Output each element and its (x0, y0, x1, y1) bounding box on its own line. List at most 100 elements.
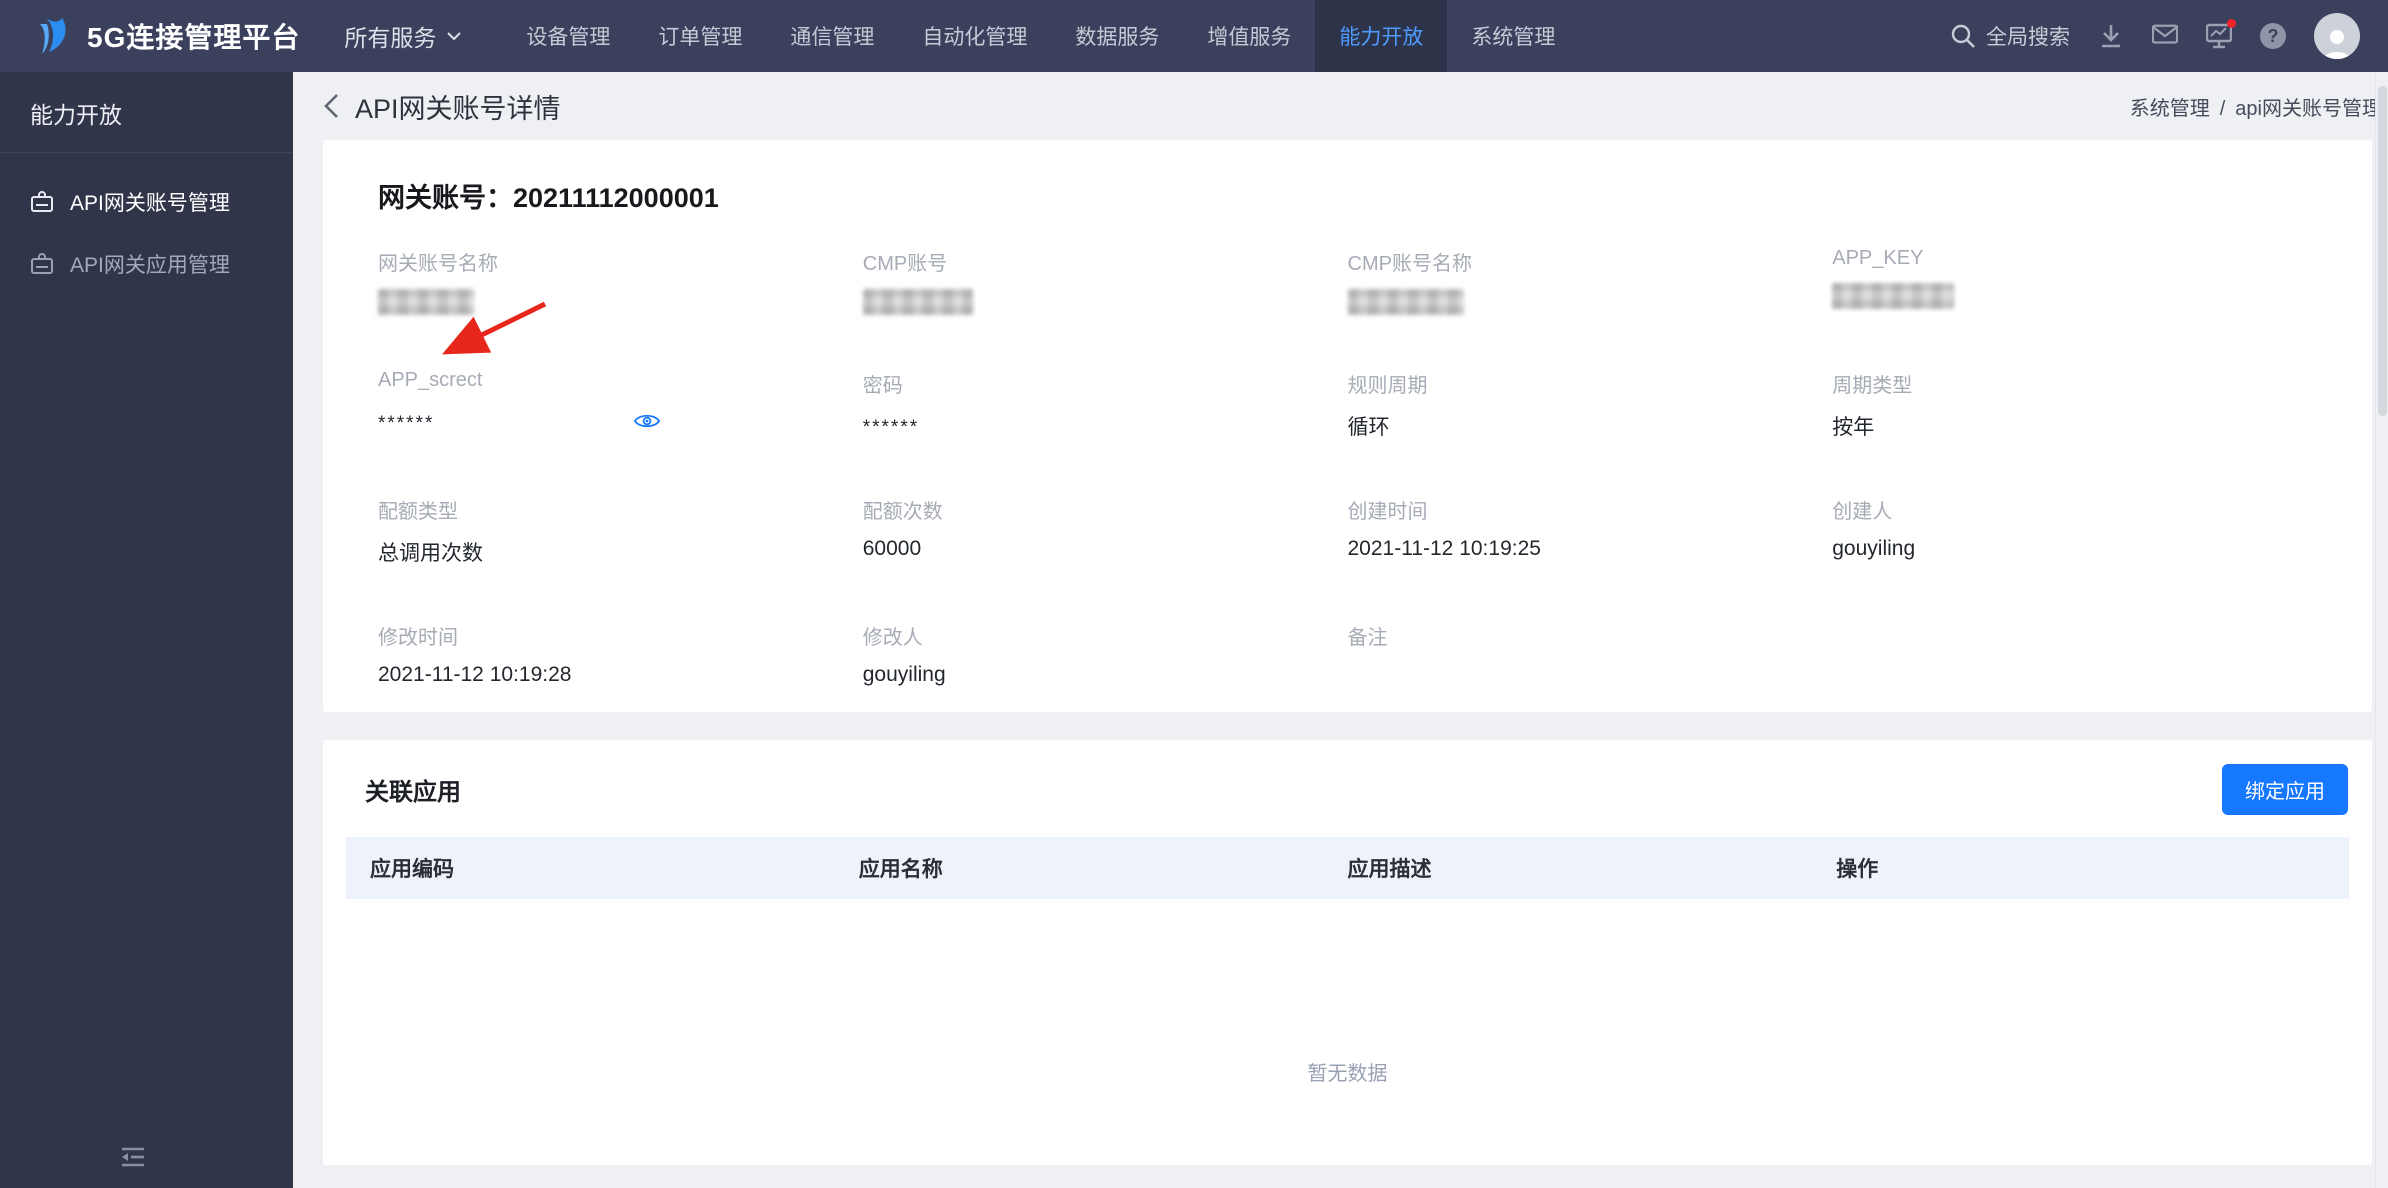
field-value-text: 60000 (862, 537, 922, 560)
field-label: 周期类型 (1832, 375, 1913, 397)
nav-item-3[interactable]: 自动化管理 (898, 0, 1051, 72)
sidebar: 能力开放 API网关账号管理 API网关应用管理 (0, 72, 293, 1188)
user-avatar[interactable] (2314, 13, 2360, 59)
field-value-text: 2021-11-12 10:19:28 (378, 663, 572, 686)
field-value-text: gouyiling (1832, 537, 1916, 560)
field-label: APP_screct (378, 369, 483, 391)
field-value-text: 循环 (1347, 416, 1390, 439)
page-scrollbar[interactable] (2375, 72, 2388, 1188)
field-label: 密码 (862, 375, 903, 397)
chevron-down-icon (447, 32, 462, 41)
breadcrumb-item-0[interactable]: 系统管理 (2130, 98, 2210, 120)
sidebar-title: 能力开放 (0, 72, 293, 153)
detail-field-6: 规则周期 循环 (1348, 369, 1833, 441)
table-header-1: 应用名称 (858, 858, 943, 881)
sidebar-item-1[interactable]: API网关应用管理 (0, 233, 293, 295)
brand-logo-icon (40, 16, 66, 54)
field-value-text: ****** (378, 413, 435, 434)
global-search[interactable]: 全局搜索 (1950, 21, 2070, 51)
field-value-text: ****** (862, 417, 920, 438)
detail-field-13: 修改人 gouyiling (863, 621, 1348, 687)
gateway-detail-card: 网关账号：20211112000001 网关账号名称 CMP账号 CMP账号名称 AP… (323, 140, 2372, 712)
nav-item-7[interactable]: 系统管理 (1447, 0, 1579, 72)
eye-icon[interactable] (634, 411, 661, 437)
sidebar-item-0[interactable]: API网关账号管理 (0, 171, 293, 233)
nav-item-0[interactable]: 设备管理 (502, 0, 634, 72)
monitor-notifications-icon[interactable] (2205, 19, 2236, 49)
primary-nav: 设备管理 订单管理 通信管理 自动化管理 数据服务 增值服务 能力开放 系统管理 (502, 0, 1579, 72)
breadcrumb-separator: / (2219, 97, 2226, 120)
detail-field-1: CMP账号 (862, 247, 1348, 315)
top-navbar: 5G连接管理平台 所有服务 设备管理 订单管理 通信管理 自动化管理 数据服务 增值服务能… (0, 0, 2388, 72)
detail-field-5: 密码 ****** (863, 369, 1348, 441)
app-title: 5G连接管理平台 (87, 22, 301, 53)
global-search-label: 全局搜索 (1986, 26, 2070, 49)
field-label: 创建人 (1832, 501, 1893, 523)
empty-table-text: 暂无数据 (1307, 1063, 1388, 1085)
table-header-0: 应用编码 (370, 858, 454, 881)
back-icon[interactable] (321, 93, 343, 119)
brand: 5G连接管理平台 (34, 14, 300, 58)
detail-fields-grid: 网关账号名称 CMP账号 CMP账号名称 APP_KEY APP_screct *****… (378, 247, 2317, 687)
sidebar-item-label: API网关账号管理 (70, 192, 230, 215)
search-icon (1951, 24, 1975, 48)
field-value: 2021-11-12 10:19:28 (378, 663, 863, 687)
redacted-value-block (378, 289, 474, 315)
field-label: 修改时间 (378, 627, 458, 649)
field-label: 备注 (1347, 627, 1388, 649)
redacted-value-block (862, 289, 973, 315)
detail-field-11: 创建人 gouyiling (1832, 495, 2317, 567)
nav-item-6[interactable]: 能力开放 (1315, 0, 1448, 72)
field-value: 总调用次数 (378, 537, 863, 567)
nav-item-4[interactable]: 数据服务 (1051, 0, 1183, 72)
all-services-menu[interactable]: 所有服务 (344, 19, 462, 53)
navbar-right: 全局搜索 ? (1950, 13, 2388, 59)
detail-field-7: 周期类型 按年 (1832, 369, 2317, 441)
detail-field-10: 创建时间 2021-11-12 10:19:25 (1348, 495, 1833, 567)
detail-field-12: 修改时间 2021-11-12 10:19:28 (378, 621, 863, 687)
sidebar-item-label: API网关应用管理 (70, 254, 230, 277)
bind-app-button[interactable]: 绑定应用 (2222, 764, 2348, 815)
apps-card-title: 关联应用 (365, 779, 461, 806)
field-value-text: 按年 (1832, 416, 1875, 439)
field-value (1347, 289, 1833, 315)
field-label: 创建时间 (1347, 501, 1428, 523)
field-value-text: 总调用次数 (378, 542, 483, 565)
gateway-account-title: 网关账号：20211112000001 (378, 183, 719, 213)
field-label: APP_KEY (1832, 247, 1924, 269)
detail-field-2: CMP账号名称 (1347, 247, 1833, 315)
clipboard-icon (31, 191, 53, 212)
field-label: CMP账号名称 (1347, 253, 1472, 275)
detail-field-3: APP_KEY (1832, 247, 2317, 315)
breadcrumb-item-1[interactable]: api网关账号管理 (2235, 98, 2382, 120)
collapse-sidebar-icon[interactable] (118, 1142, 148, 1172)
detail-field-0: 网关账号名称 (378, 247, 863, 315)
nav-item-1[interactable]: 订单管理 (634, 0, 766, 72)
notification-dot (2227, 19, 2236, 28)
associated-apps-card: 关联应用 绑定应用 应用编码 应用名称 应用描述 操作 暂无数据 (323, 740, 2372, 1165)
field-value-text: gouyiling (862, 663, 946, 686)
field-value: ****** (378, 405, 863, 437)
apps-card-header: 关联应用 绑定应用 (323, 740, 2372, 837)
redacted-value-block (1832, 283, 1955, 309)
detail-field-4: APP_screct ****** (378, 369, 863, 441)
clipboard-icon (31, 253, 53, 274)
field-value-text: 2021-11-12 10:19:25 (1347, 537, 1541, 560)
field-label: 网关账号名称 (378, 253, 498, 275)
field-value: 2021-11-12 10:19:25 (1348, 537, 1833, 561)
detail-field-8: 配额类型 总调用次数 (378, 495, 863, 567)
nav-item-2[interactable]: 通信管理 (766, 0, 898, 72)
field-value: gouyiling (1832, 537, 2317, 561)
help-icon[interactable]: ? (2260, 23, 2286, 49)
download-icon[interactable] (2098, 23, 2124, 49)
nav-item-5[interactable]: 增值服务 (1183, 0, 1315, 72)
field-label: CMP账号 (862, 253, 948, 275)
redacted-value-block (1347, 289, 1464, 315)
detail-field-14: 备注 (1348, 621, 1833, 687)
mail-icon[interactable] (2151, 23, 2179, 49)
field-value (862, 289, 1348, 315)
apps-table-header: 应用编码 应用名称 应用描述 操作 (346, 837, 2349, 899)
field-value: 按年 (1832, 411, 2317, 441)
breadcrumb: 系统管理 / api网关账号管理 (2130, 92, 2382, 121)
page-scrollbar-thumb[interactable] (2378, 86, 2387, 416)
